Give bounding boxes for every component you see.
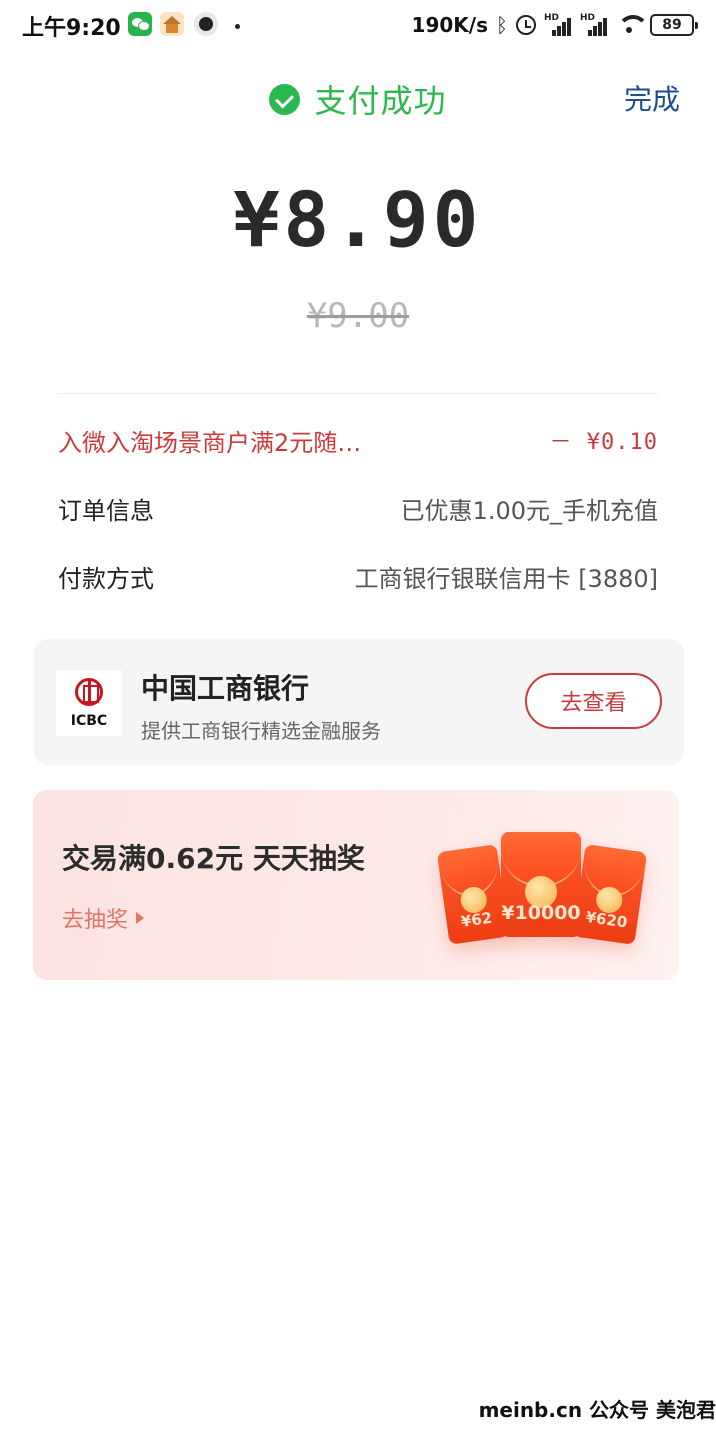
order-info-value: 已优惠1.00元_手机充值 — [400, 496, 658, 525]
header: 支付成功 完成 — [0, 70, 716, 126]
discount-label: 入微入淘场景商户满2元随… — [58, 428, 362, 457]
status-bar: 上午9:20 190K/s ᛒ HD HD 89 — [0, 0, 716, 52]
original-amount: ¥9.00 — [306, 296, 410, 336]
bank-name: 中国工商银行 — [141, 672, 310, 705]
hd-label: HD — [544, 13, 560, 23]
envelope-value: ¥10000 — [501, 902, 581, 924]
lottery-link-label: 去抽奖 — [62, 908, 129, 933]
battery-icon: 89 — [650, 14, 698, 36]
more-notifications-dot — [235, 24, 240, 29]
alarm-icon — [516, 15, 536, 35]
signal-icon: HD — [544, 14, 572, 36]
hd-label: HD — [580, 13, 596, 23]
signal-icon: HD — [580, 14, 608, 36]
bank-subtitle: 提供工商银行精选金融服务 — [141, 719, 381, 743]
divider — [58, 393, 658, 394]
envelope-value: ¥620 — [584, 907, 629, 932]
bank-service-card[interactable]: ICBC 中国工商银行 提供工商银行精选金融服务 去查看 — [34, 639, 684, 765]
payment-success-page: 上午9:20 190K/s ᛒ HD HD 89 支付成功 完成 ¥8.90 ¥… — [0, 0, 716, 1433]
house-app-icon — [160, 12, 184, 36]
icbc-logo-icon: ICBC — [56, 670, 122, 736]
payment-method-value: 工商银行银联信用卡 [3880] — [354, 564, 658, 593]
status-right-group: 190K/s ᛒ HD HD 89 — [411, 10, 698, 40]
bluetooth-icon: ᛒ — [496, 13, 508, 37]
order-info-row: 订单信息 已优惠1.00元_手机充值 — [58, 488, 658, 528]
discount-row: 入微入淘场景商户满2元随… － ¥0.10 — [58, 420, 658, 460]
check-circle-icon — [269, 83, 301, 115]
wifi-icon — [616, 15, 649, 35]
paid-amount: ¥8.90 — [233, 175, 483, 264]
network-speed: 190K/s — [411, 13, 488, 37]
lottery-banner[interactable]: 交易满0.62元 天天抽奖 去抽奖 ¥62 ¥620 ¥10000 — [33, 790, 679, 980]
watermark: meinb.cn 公众号 美泡君 — [470, 1390, 716, 1427]
lottery-title: 交易满0.62元 天天抽奖 — [62, 842, 365, 875]
payment-method-row: 付款方式 工商银行银联信用卡 [3880] — [58, 556, 658, 596]
lottery-link[interactable]: 去抽奖 — [62, 902, 145, 934]
icbc-logo-text: ICBC — [70, 713, 108, 729]
view-button[interactable]: 去查看 — [525, 673, 662, 729]
envelope-value: ¥62 — [459, 908, 494, 931]
red-envelope-icon: ¥10000 — [501, 832, 581, 937]
icbc-emblem — [75, 678, 103, 706]
red-envelope-icon: ¥62 — [436, 844, 510, 945]
dark-app-icon — [194, 12, 218, 36]
done-button[interactable]: 完成 — [624, 78, 680, 118]
payment-method-label: 付款方式 — [58, 564, 154, 593]
red-envelope-icon: ¥620 — [572, 844, 648, 945]
wechat-icon — [128, 12, 152, 36]
play-arrow-icon — [136, 912, 145, 924]
page-title: 支付成功 — [314, 82, 447, 120]
discount-value: － ¥0.10 — [549, 430, 658, 455]
success-status: 支付成功 — [0, 76, 716, 122]
status-time: 上午9:20 — [22, 16, 121, 41]
order-info-label: 订单信息 — [58, 496, 154, 525]
